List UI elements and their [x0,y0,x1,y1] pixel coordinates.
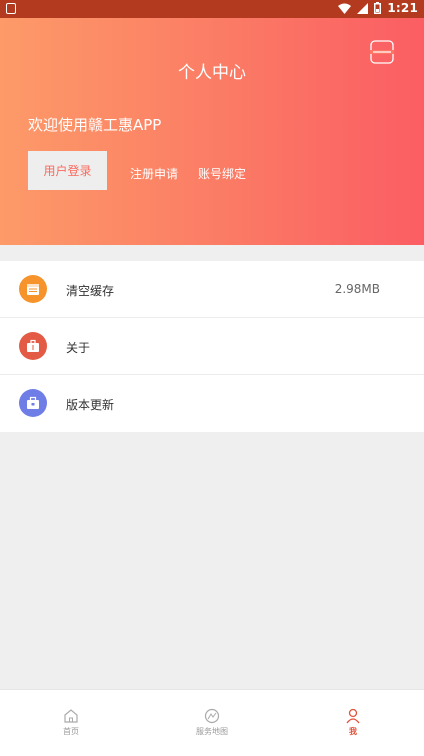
wifi-icon [338,3,352,14]
tab-me[interactable]: 我 [313,708,393,737]
battery-icon [374,2,382,14]
tab-label: 首页 [63,727,79,736]
list-item-version-update[interactable]: 版本更新 [0,375,424,432]
notification-icon [6,3,16,14]
list-item-clear-cache[interactable]: 清空缓存 2.98MB [0,261,424,318]
map-icon [204,708,220,724]
profile-header: 个人中心 欢迎使用赣工惠APP 用户登录 注册申请 账号绑定 [0,18,424,245]
tab-home[interactable]: 首页 [31,708,111,737]
login-button[interactable]: 用户登录 [28,151,107,190]
bind-account-link[interactable]: 账号绑定 [198,165,246,182]
list-item-label: 版本更新 [66,398,115,412]
cache-icon [19,275,47,303]
section-divider [0,245,424,261]
list-item-label: 清空缓存 [66,284,115,298]
settings-list: 清空缓存 2.98MB 关于 版本更新 [0,261,424,432]
briefcase-icon [19,332,47,360]
welcome-text: 欢迎使用赣工惠APP [28,116,162,134]
home-icon [64,709,78,723]
menu-icon[interactable] [370,40,394,64]
toolbox-icon [19,389,47,417]
page-title: 个人中心 [178,63,246,83]
tab-service-map[interactable]: 服务地图 [172,708,252,737]
register-link[interactable]: 注册申请 [130,165,178,182]
cache-size: 2.98MB [334,282,380,296]
list-item-about[interactable]: 关于 [0,318,424,375]
bottom-tab-bar: 首页 服务地图 我 [0,689,424,756]
status-bar: 1:21 [0,0,424,18]
list-item-label: 关于 [66,341,91,355]
signal-icon [357,2,369,14]
person-icon [346,708,360,724]
tab-label: 我 [349,727,357,736]
clock: 1:21 [387,1,418,15]
tab-label: 服务地图 [196,727,228,736]
